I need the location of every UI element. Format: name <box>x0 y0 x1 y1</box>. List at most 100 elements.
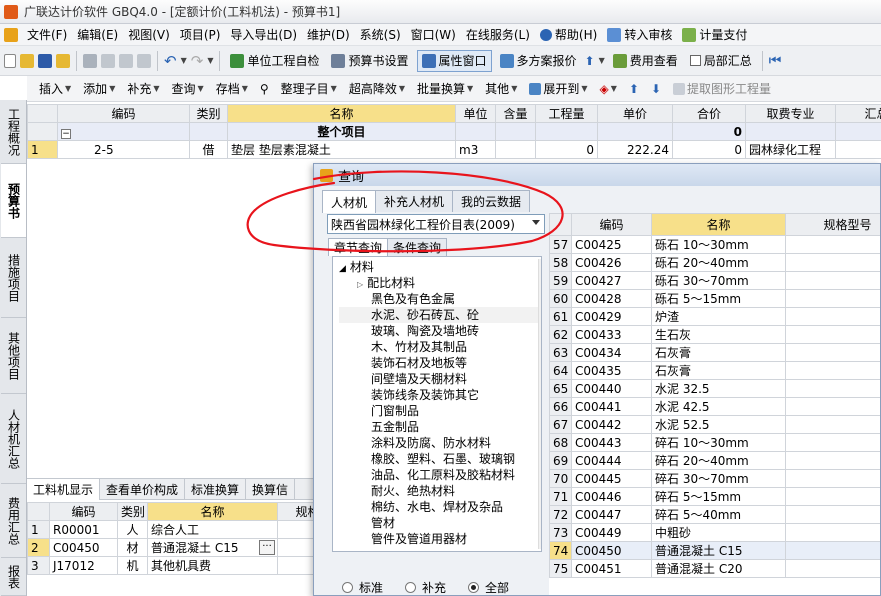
archive-button[interactable]: 存档 ▼ <box>210 80 254 97</box>
row-spec[interactable] <box>785 361 880 380</box>
row-code[interactable]: C00450 <box>49 538 118 557</box>
row-code[interactable]: C00441 <box>571 397 652 416</box>
radio-circle[interactable] <box>405 582 417 593</box>
row-num[interactable]: 2 <box>27 538 50 557</box>
menu-window[interactable]: 窗口(W) <box>406 26 461 43</box>
tree-item[interactable]: 木、竹材及其制品 <box>339 339 541 355</box>
row-code[interactable]: C00426 <box>571 253 652 272</box>
row-num[interactable]: 62 <box>549 325 572 344</box>
tree-scrollbar[interactable] <box>538 259 541 549</box>
tab-labor-material[interactable]: 人材机 <box>322 190 377 213</box>
insert-button[interactable]: 插入 ▼ <box>33 80 77 97</box>
row-code[interactable]: C00429 <box>571 307 652 326</box>
row-spec[interactable] <box>785 469 880 488</box>
partial-summary-toggle[interactable]: 局部汇总 <box>686 50 756 72</box>
find-icon[interactable]: ⚲ <box>254 82 275 96</box>
radio-circle[interactable] <box>342 582 353 593</box>
height-reduction-button[interactable]: 超高降效 ▼ <box>343 80 411 97</box>
tree-root[interactable]: ◢ 材料 <box>339 259 541 275</box>
row-type[interactable]: 借 <box>189 140 228 159</box>
row-code[interactable]: C00450 <box>571 541 652 560</box>
row-qty[interactable]: 0 <box>535 140 598 159</box>
row-name-cell[interactable]: 普通混凝土 C15 ··· <box>147 538 278 557</box>
header-spec[interactable]: 规格 <box>277 502 317 521</box>
row-spec[interactable] <box>785 289 880 308</box>
tree-item[interactable]: 棉纺、水电、焊材及杂品 <box>339 499 541 515</box>
row-summary[interactable] <box>835 140 881 159</box>
tree-item[interactable]: 管材 <box>339 515 541 531</box>
row-spec[interactable] <box>785 307 880 326</box>
row-num[interactable]: 72 <box>549 505 572 524</box>
chevron-down-icon[interactable]: ▼ <box>599 56 605 65</box>
row-type[interactable]: 材 <box>117 538 148 557</box>
row-num[interactable]: 63 <box>549 343 572 362</box>
row-spec[interactable] <box>785 523 880 542</box>
new-file-icon[interactable] <box>4 53 16 68</box>
row-num[interactable]: 68 <box>549 433 572 452</box>
group-row[interactable]: − 整个项目 0 <box>27 122 881 141</box>
row-code[interactable]: C00444 <box>571 451 652 470</box>
row-spec[interactable] <box>785 559 880 578</box>
row-name[interactable]: 碎石 5～40mm <box>651 505 786 524</box>
save-folder-icon[interactable] <box>56 53 70 68</box>
tab-my-cloud-data[interactable]: 我的云数据 <box>452 190 531 212</box>
row-num[interactable]: 64 <box>549 361 572 380</box>
table-row[interactable]: 73 C00449 中粗砂 <box>549 523 880 542</box>
tree-item[interactable]: 油品、化工原料及胶粘材料 <box>339 467 541 483</box>
batch-convert-button[interactable]: 批量换算 ▼ <box>411 80 479 97</box>
tab-reports[interactable]: 报表 <box>1 558 26 596</box>
chevron-down-icon[interactable] <box>532 220 540 225</box>
header-code[interactable]: 编码 <box>57 104 190 123</box>
row-name[interactable]: 炉渣 <box>651 307 786 326</box>
row-name[interactable]: 水泥 52.5 <box>651 415 786 434</box>
table-row[interactable]: 64 C00435 石灰膏 <box>549 361 880 380</box>
row-num[interactable]: 65 <box>549 379 572 398</box>
header-code[interactable]: 编码 <box>571 213 652 236</box>
table-row[interactable]: 1 2-5 借 垫层 垫层素混凝土 m3 0 222.24 0 园林绿化工程 <box>27 140 881 159</box>
row-spec[interactable] <box>785 253 880 272</box>
query-button[interactable]: 查询 ▼ <box>166 80 210 97</box>
header-total[interactable]: 合价 <box>672 104 746 123</box>
row-spec[interactable] <box>277 520 317 539</box>
row-code[interactable]: C00428 <box>571 289 652 308</box>
move-up-button[interactable]: ⬆ <box>623 82 645 96</box>
table-row[interactable]: 66 C00441 水泥 42.5 <box>549 397 880 416</box>
row-name[interactable]: 中粗砂 <box>651 523 786 542</box>
expand-icon[interactable]: ▷ <box>357 280 363 289</box>
row-num[interactable]: 71 <box>549 487 572 506</box>
table-row[interactable]: 70 C00445 碎石 30～70mm <box>549 469 880 488</box>
header-name[interactable]: 名称 <box>651 213 786 236</box>
row-name[interactable]: 综合人工 <box>147 520 278 539</box>
menu-edit[interactable]: 编辑(E) <box>72 26 123 43</box>
row-num[interactable]: 74 <box>549 541 572 560</box>
row-spec[interactable] <box>785 541 880 560</box>
menu-online-service[interactable]: 在线服务(L) <box>461 26 535 43</box>
menu-transfer-review[interactable]: 转入审核 <box>602 26 677 43</box>
tree-item[interactable]: 门窗制品 <box>339 403 541 419</box>
tab-measures[interactable]: 措施项目 <box>1 238 26 318</box>
row-name[interactable]: 砾石 20～40mm <box>651 253 786 272</box>
header-fee-category[interactable]: 取费专业 <box>745 104 836 123</box>
tab-supplement-labor-material[interactable]: 补充人材机 <box>375 190 454 212</box>
header-spec[interactable]: 规格型号 <box>785 213 880 236</box>
row-code[interactable]: C00446 <box>571 487 652 506</box>
tree-item[interactable]: 涂料及防腐、防水材料 <box>339 435 541 451</box>
row-code[interactable]: J17012 <box>49 556 118 575</box>
expand-to-button[interactable]: 展开到 ▼ <box>523 80 593 97</box>
tab-fee-summary[interactable]: 费用汇总 <box>1 484 26 558</box>
fee-view-button[interactable]: 费用查看 <box>609 50 682 72</box>
row-num[interactable]: 67 <box>549 415 572 434</box>
row-spec[interactable] <box>785 505 880 524</box>
row-type[interactable]: 机 <box>117 556 148 575</box>
tab-price-composition[interactable]: 查看单价构成 <box>100 478 186 500</box>
tree-item[interactable]: 黑色及有色金属 <box>339 291 541 307</box>
row-name[interactable]: 石灰膏 <box>651 343 786 362</box>
table-row[interactable]: 69 C00444 碎石 20～40mm <box>549 451 880 470</box>
tab-labor-material-summary[interactable]: 人材机汇总 <box>1 394 26 484</box>
delete-icon[interactable] <box>137 53 151 68</box>
tree-item[interactable]: 玻璃、陶瓷及墙地砖 <box>339 323 541 339</box>
row-name[interactable]: 水泥 32.5 <box>651 379 786 398</box>
table-row[interactable]: 68 C00443 碎石 10～30mm <box>549 433 880 452</box>
row-unit[interactable]: m3 <box>455 140 496 159</box>
radio-all[interactable]: 全部 <box>468 579 509 596</box>
